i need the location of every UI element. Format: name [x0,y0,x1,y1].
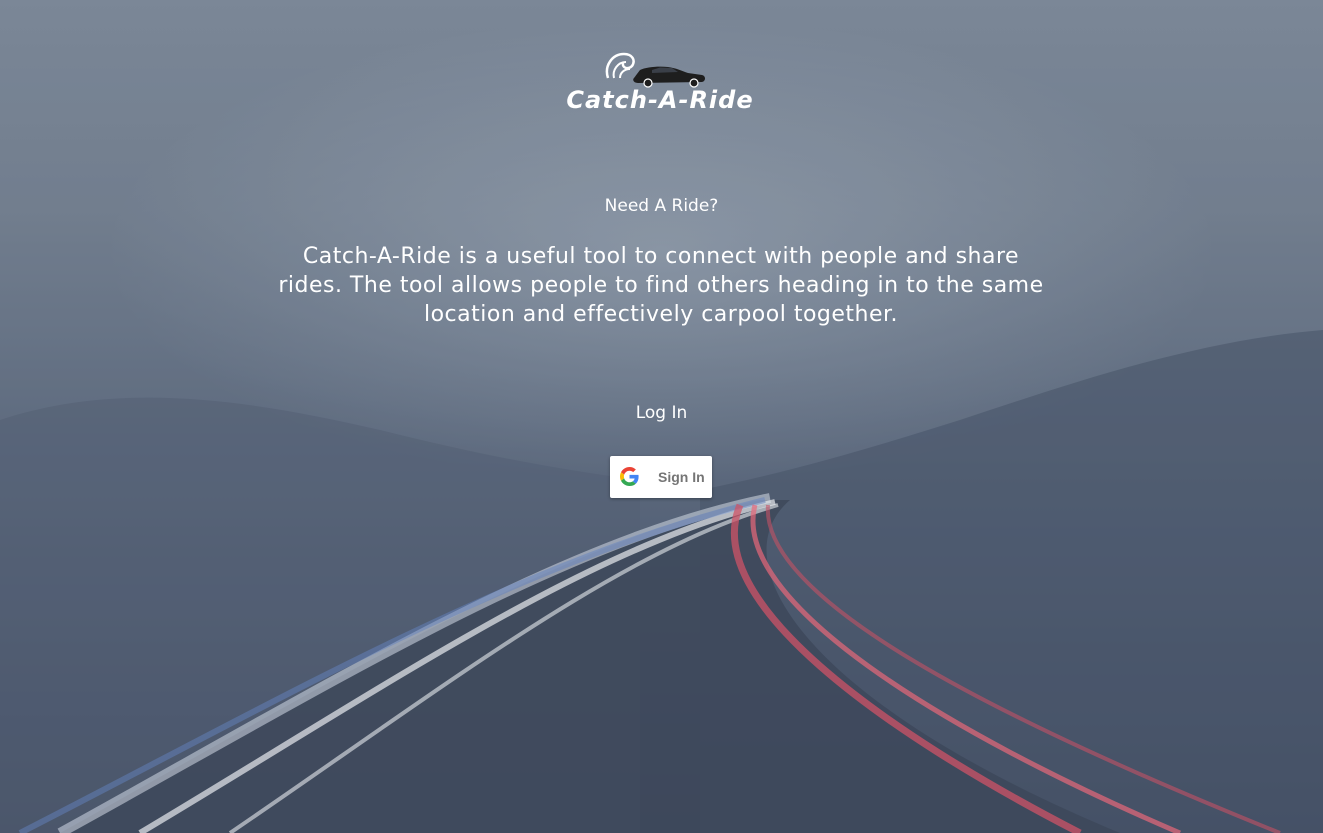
hero-description: Catch-A-Ride is a useful tool to connect… [278,244,1044,327]
hero-tagline: Need A Ride? [604,196,719,216]
google-g-icon [620,467,639,486]
google-sign-in-label: Sign In [658,469,705,485]
brand-name: Catch-A-Ride [566,86,754,114]
login-heading: Log In [635,403,688,423]
landing-content: Catch-A-Ride Need A Ride? Catch-A-Ride i… [0,0,1323,833]
brand-logo: Catch-A-Ride [560,48,760,120]
google-sign-in-button[interactable]: Sign In [610,456,712,498]
